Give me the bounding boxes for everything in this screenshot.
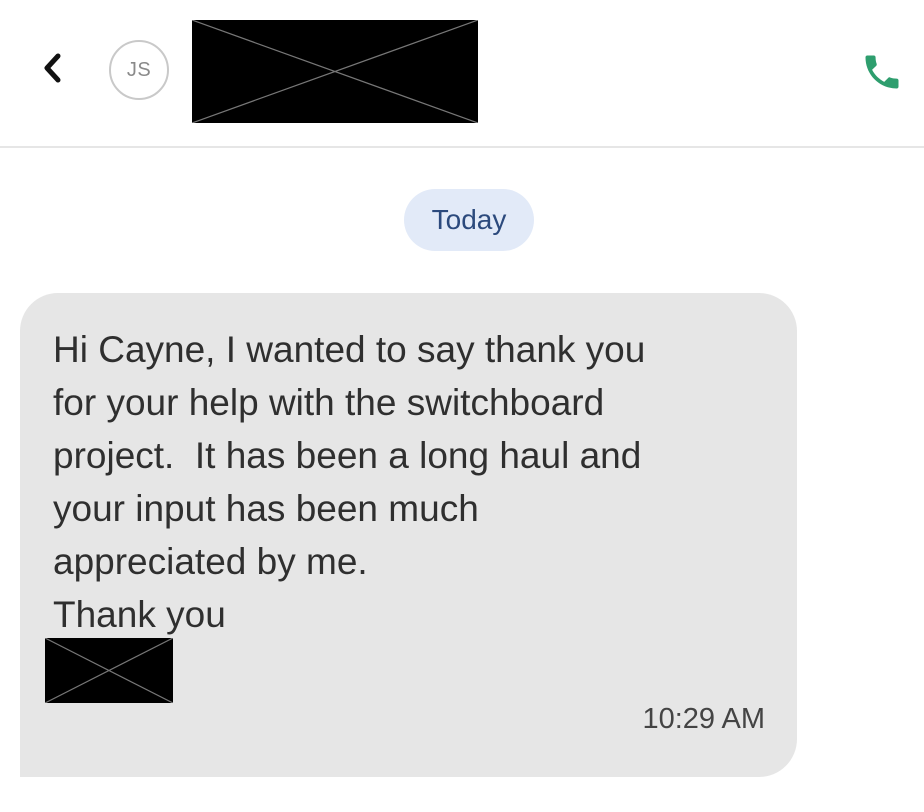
- avatar-initials: JS: [126, 58, 152, 81]
- date-separator: Today: [404, 189, 534, 251]
- message-line: project. It has been a long haul and: [53, 435, 642, 476]
- call-button[interactable]: [856, 48, 908, 96]
- message-text: Hi Cayne, I wanted to say thank you for …: [53, 323, 773, 641]
- message-timestamp: 10:29 AM: [642, 703, 765, 735]
- date-label: Today: [431, 204, 507, 235]
- message-bubble[interactable]: Hi Cayne, I wanted to say thank you for …: [20, 293, 797, 777]
- phone-icon: [865, 55, 899, 89]
- avatar[interactable]: JS: [109, 40, 169, 100]
- message-line: Thank you: [53, 594, 226, 635]
- redacted-signature: [45, 638, 173, 703]
- chevron-left-icon: [44, 53, 61, 83]
- message-line: Hi Cayne, I wanted to say thank you: [53, 329, 646, 370]
- message-line: for your help with the switchboard: [53, 382, 605, 423]
- message-line: your input has been much: [53, 488, 479, 529]
- conversation-header: JS: [0, 0, 924, 148]
- message-line: appreciated by me.: [53, 541, 368, 582]
- back-button[interactable]: [34, 48, 70, 88]
- redacted-contact-name: [192, 20, 478, 123]
